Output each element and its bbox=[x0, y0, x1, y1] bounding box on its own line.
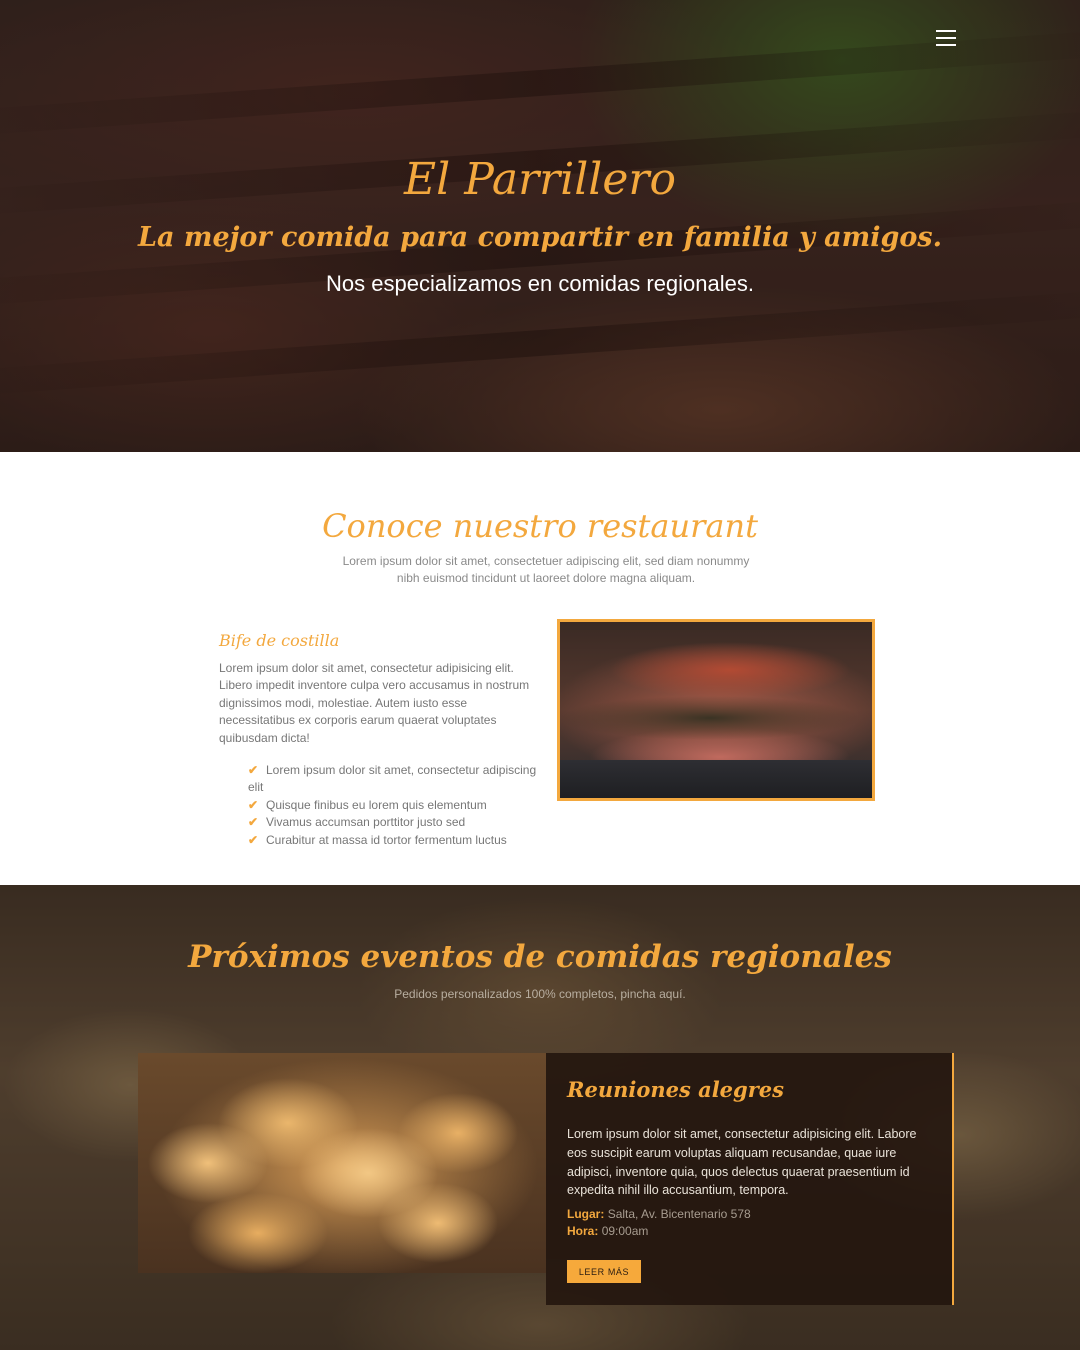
feature-item: ✔ Quisque finibus eu lorem quis elementum bbox=[230, 797, 538, 814]
about-title: Conoce nuestro restaurant bbox=[322, 507, 758, 545]
event-place-label: Lugar: bbox=[567, 1207, 605, 1221]
dish-title: Bife de costilla bbox=[219, 631, 340, 650]
hero-section: El Parrillero La mejor comida para compa… bbox=[0, 0, 1080, 452]
event-time-value: 09:00am bbox=[601, 1224, 649, 1238]
events-title: Próximos eventos de comidas regionales bbox=[188, 939, 892, 975]
event-title: Reuniones alegres bbox=[567, 1077, 784, 1102]
checkmark-icon: ✔ bbox=[248, 763, 259, 777]
feature-text: Vivamus accumsan porttitor justo sed bbox=[266, 815, 466, 830]
event-card: Reuniones alegres Lorem ipsum dolor sit … bbox=[546, 1053, 954, 1305]
dish-features-list: ✔ Lorem ipsum dolor sit amet, consectetur… bbox=[248, 762, 538, 849]
event-photo-empanadas bbox=[138, 1053, 546, 1273]
hero-title: El Parrillero bbox=[404, 154, 676, 205]
event-place: Lugar: Salta, Av. Bicentenario 578 bbox=[567, 1206, 937, 1222]
feature-item: ✔ Vivamus accumsan porttitor justo sed bbox=[230, 814, 538, 831]
event-place-value: Salta, Av. Bicentenario 578 bbox=[607, 1207, 751, 1221]
event-time: Hora: 09:00am bbox=[567, 1223, 937, 1239]
event-description: Lorem ipsum dolor sit amet, consectetur … bbox=[567, 1127, 917, 1198]
feature-item: ✔ Lorem ipsum dolor sit amet, consectetur… bbox=[230, 762, 538, 797]
feature-text: Curabitur at massa id tortor fermentum l… bbox=[266, 832, 507, 847]
feature-text: Lorem ipsum dolor sit amet, consectetur … bbox=[248, 763, 537, 795]
hero-subtitle: La mejor comida para compartir en famili… bbox=[138, 222, 942, 253]
feature-item: ✔ Curabitur at massa id tortor fermentum … bbox=[230, 832, 538, 849]
checkmark-icon: ✔ bbox=[248, 797, 259, 812]
dish-photo bbox=[557, 619, 875, 801]
cutting-board bbox=[560, 760, 872, 798]
dish-description: Lorem ipsum dolor sit amet, consectetur … bbox=[219, 661, 530, 745]
checkmark-icon: ✔ bbox=[248, 832, 259, 847]
events-subtitle-link[interactable]: Pedidos personalizados 100% completos, p… bbox=[0, 986, 1080, 1002]
feature-text: Quisque finibus eu lorem quis elementum bbox=[266, 797, 487, 812]
event-time-label: Hora: bbox=[567, 1224, 599, 1238]
hamburger-menu-icon[interactable] bbox=[936, 30, 956, 50]
about-intro: Lorem ipsum dolor sit amet, consectetuer… bbox=[342, 554, 750, 585]
checkmark-icon: ✔ bbox=[248, 815, 259, 830]
read-more-button[interactable]: LEER MÁS bbox=[567, 1260, 641, 1283]
hero-tagline: Nos especializamos en comidas regionales… bbox=[326, 271, 754, 296]
events-section: Próximos eventos de comidas regionales P… bbox=[0, 885, 1080, 1350]
